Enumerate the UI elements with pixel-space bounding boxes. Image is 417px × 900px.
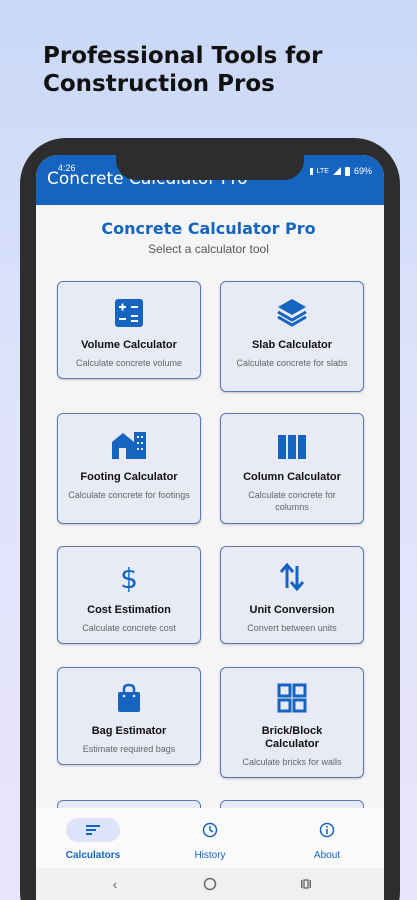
card-title: Cost Estimation — [87, 604, 171, 616]
card-description: Calculate concrete for columns — [248, 490, 336, 512]
card-title: Footing Calculator — [80, 471, 178, 483]
status-icons: LTE 69% — [309, 166, 372, 176]
clock-icon — [202, 822, 218, 838]
nav-about[interactable]: About — [272, 808, 382, 868]
headline-line-2: Construction Pros — [43, 71, 275, 97]
calculator-icon — [115, 299, 143, 327]
list-icon — [86, 825, 100, 835]
column-calculator-card[interactable]: Column Calculator Calculate concrete for… — [220, 413, 364, 524]
unit-conversion-card[interactable]: Unit Conversion Convert between units — [220, 546, 364, 644]
bag-estimator-card[interactable]: Bag Estimator Estimate required bags — [57, 667, 201, 765]
headline-line-1: Professional Tools for — [43, 43, 323, 69]
footing-calculator-card[interactable]: Footing Calculator Calculate concrete fo… — [57, 413, 201, 524]
card-description: Estimate required bags — [82, 744, 176, 754]
lte-label: LTE — [316, 167, 329, 175]
layers-icon — [277, 299, 307, 327]
headline: Professional Tools for Construction Pros — [43, 42, 322, 98]
system-navigation-bar: ‹ — [36, 868, 384, 900]
cellular-icon — [332, 167, 341, 175]
card-title: Volume Calculator — [81, 339, 177, 351]
card-description: Calculate concrete for slabs — [236, 358, 348, 368]
battery-icon — [344, 166, 350, 176]
cost-estimation-card[interactable]: $ Cost Estimation Calculate concrete cos… — [57, 546, 201, 644]
svg-text:$: $ — [120, 562, 138, 592]
signal-icon — [309, 167, 313, 175]
card-description: Calculate concrete cost — [82, 623, 176, 633]
camera-notch — [116, 138, 304, 180]
building-icon — [112, 432, 146, 459]
swap-arrows-icon — [279, 562, 305, 592]
dollar-icon: $ — [120, 562, 138, 592]
card-title: Column Calculator — [243, 471, 341, 483]
page-title: Concrete Calculator Pro — [101, 219, 316, 238]
nav-label: About — [313, 850, 341, 861]
card-description: Calculate concrete for footings — [68, 490, 190, 500]
card-title: Brick/Block Calculator — [261, 725, 323, 750]
columns-icon — [278, 435, 306, 459]
nav-history[interactable]: History — [155, 808, 265, 868]
slab-calculator-card[interactable]: Slab Calculator Calculate concrete for s… — [220, 281, 364, 392]
bag-icon — [118, 683, 140, 712]
card-description: Calculate bricks for walls — [242, 757, 342, 767]
card-title: Bag Estimator — [91, 725, 167, 737]
volume-calculator-card[interactable]: Volume Calculator Calculate concrete vol… — [57, 281, 201, 379]
home-icon[interactable] — [200, 874, 220, 894]
card-title: Slab Calculator — [251, 339, 333, 351]
brick-block-calculator-card[interactable]: Brick/Block Calculator Calculate bricks … — [220, 667, 364, 778]
back-icon[interactable]: ‹ — [105, 874, 125, 894]
app-screen: 4:26 Concrete Calculator Pro LTE 69% — [36, 155, 384, 900]
info-icon — [319, 822, 335, 838]
recents-icon[interactable] — [296, 874, 316, 894]
nav-calculators[interactable]: Calculators — [38, 808, 148, 868]
grid-icon — [277, 683, 307, 713]
card-description: Calculate concrete volume — [75, 358, 183, 368]
nav-label: History — [194, 850, 226, 861]
battery-level: 69% — [353, 166, 372, 176]
card-description: Convert between units — [247, 623, 337, 633]
card-title: Unit Conversion — [249, 604, 335, 616]
bottom-navigation: Calculators History About — [36, 808, 384, 868]
page-subtitle: Select a calculator tool — [148, 242, 269, 256]
nav-label: Calculators — [65, 850, 121, 861]
